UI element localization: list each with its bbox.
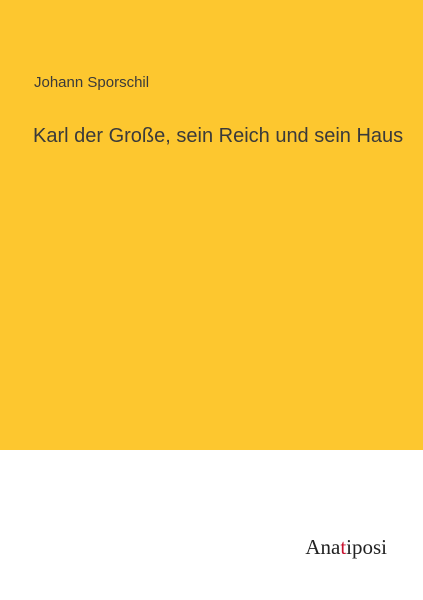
author-name: Johann Sporschil [34,74,150,91]
cover-footer [0,450,423,600]
publisher-logo: Anatiposi [305,535,387,560]
cover-panel: Johann Sporschil Karl der Große, sein Re… [0,0,423,450]
publisher-name-start: Ana [305,535,341,559]
publisher-name-end: iposi [346,535,387,559]
book-title: Karl der Große, sein Reich und sein Haus [33,125,404,147]
